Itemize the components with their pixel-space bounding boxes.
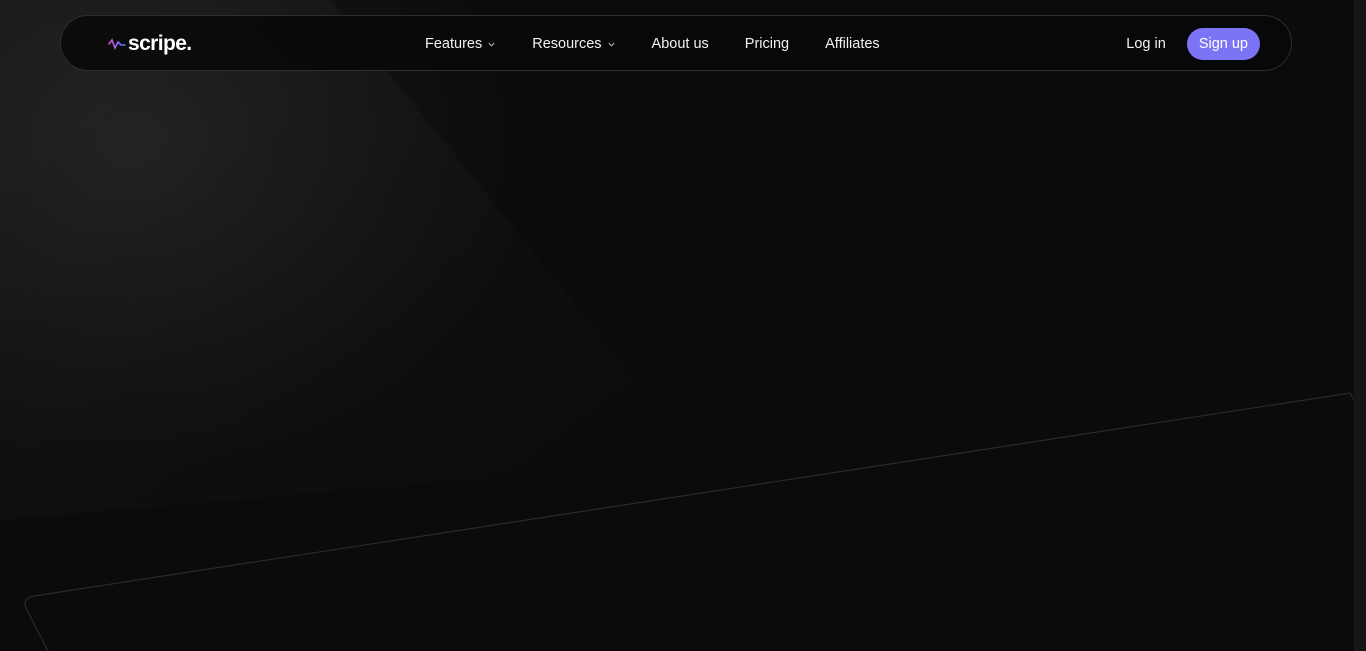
nav-menu: Features Resources About us Pricing Affi… (425, 16, 880, 72)
nav-item-label: Affiliates (825, 36, 880, 52)
page-scrollbar[interactable] (1354, 0, 1366, 651)
nav-item-features[interactable]: Features (425, 36, 496, 52)
nav-item-pricing[interactable]: Pricing (745, 36, 789, 52)
page: scripe. Features Resources About us Pric… (0, 0, 1366, 651)
login-link[interactable]: Log in (1126, 36, 1166, 52)
nav-item-affiliates[interactable]: Affiliates (825, 36, 880, 52)
background-light-beam (0, 0, 700, 520)
brand-logo[interactable]: scripe. (92, 27, 192, 61)
hero-frame-outline (24, 392, 1355, 651)
signup-button[interactable]: Sign up (1186, 28, 1260, 60)
nav-item-label: Features (425, 36, 483, 52)
auth-actions: Log in Sign up (1126, 27, 1260, 61)
nav-item-label: Resources (532, 36, 602, 52)
chevron-down-icon (488, 42, 495, 47)
nav-item-label: About us (651, 36, 709, 52)
nav-item-about-us[interactable]: About us (652, 36, 709, 52)
waveform-icon (93, 28, 126, 60)
nav-item-label: Pricing (744, 36, 790, 52)
nav-item-resources[interactable]: Resources (532, 36, 615, 52)
top-navbar: scripe. Features Resources About us Pric… (60, 15, 1292, 71)
brand-name: scripe. (128, 32, 192, 55)
chevron-down-icon (607, 42, 615, 47)
